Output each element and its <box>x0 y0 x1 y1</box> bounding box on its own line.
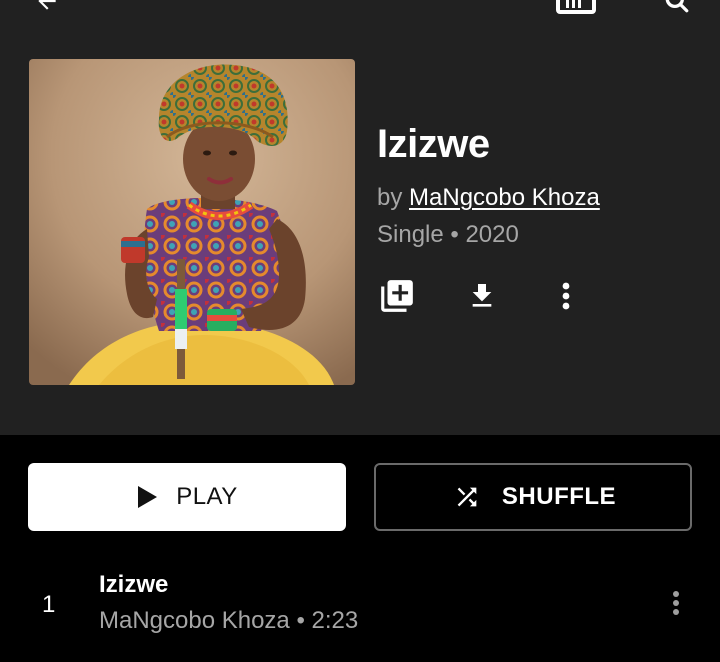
track-more-icon[interactable] <box>660 583 692 623</box>
shuffle-label: SHUFFLE <box>501 483 617 510</box>
shuffle-icon <box>450 483 484 511</box>
library-add-icon[interactable] <box>377 276 417 316</box>
play-label: PLAY <box>176 483 238 510</box>
track-number: 1 <box>42 591 56 618</box>
search-icon[interactable] <box>664 0 690 14</box>
cast-icon[interactable] <box>556 0 600 14</box>
more-vert-icon[interactable] <box>546 276 586 316</box>
artist-link[interactable]: MaNgcobo Khoza <box>409 184 600 211</box>
top-app-bar <box>0 0 720 14</box>
play-icon <box>136 485 158 509</box>
album-meta: Single • 2020 <box>377 221 519 248</box>
album-header: Izizwe by MaNgcobo Khoza Single • 2020 <box>0 0 720 435</box>
download-icon[interactable] <box>462 276 502 316</box>
shuffle-button[interactable]: SHUFFLE <box>374 463 692 531</box>
play-button[interactable]: PLAY <box>28 463 346 531</box>
back-arrow-icon[interactable] <box>34 0 60 14</box>
track-subtitle: MaNgcobo Khoza • 2:23 <box>99 607 359 634</box>
album-byline: by MaNgcobo Khoza <box>377 184 600 212</box>
track-title: Izizwe <box>99 571 169 598</box>
track-row[interactable]: 1 Izizwe MaNgcobo Khoza • 2:23 <box>0 565 720 645</box>
album-cover-image <box>29 59 355 385</box>
by-prefix: by <box>377 184 410 211</box>
album-title: Izizwe <box>377 122 490 166</box>
